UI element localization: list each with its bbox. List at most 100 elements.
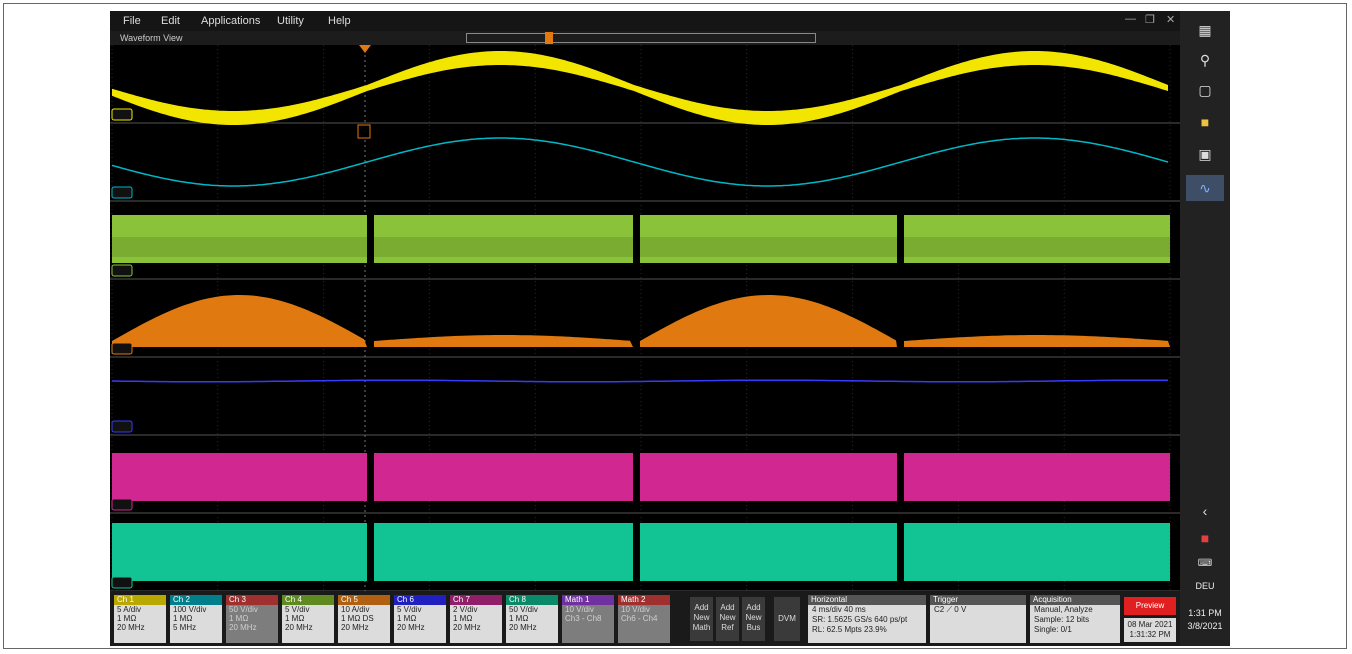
scope-time: 1:31:32 PM <box>1129 630 1171 639</box>
add-new-button[interactable]: Add New Bus <box>742 597 765 641</box>
horizontal-scale: 4 ms/div 40 ms <box>812 605 866 614</box>
channel-9-settings[interactable]: Math 1 10 V/div Ch3 - Ch8 <box>562 595 614 643</box>
scope-app-icon[interactable]: ∿ <box>1186 175 1224 201</box>
taskbar-time: 1:31 PM <box>1188 608 1222 618</box>
search-icon[interactable]: ⚲ <box>1192 47 1218 73</box>
channel-setting: 1 MΩ <box>397 614 417 623</box>
channel-1-settings[interactable]: Ch 15 A/div 1 MΩ 20 MHz <box>114 595 166 643</box>
chevron-left-icon[interactable]: ‹ <box>1192 498 1218 524</box>
vsource-trace-band <box>112 237 367 257</box>
channel-name: Ch 8 <box>506 595 558 605</box>
horizontal-settings[interactable]: Horizontal 4 ms/div 40 ms SR: 1.5625 GS/s … <box>808 595 926 643</box>
precharge-cap-voltage-trace <box>111 379 1168 383</box>
channel-name: Ch 2 <box>170 595 222 605</box>
trigger-position-marker[interactable] <box>545 32 553 44</box>
channel-name: Ch 7 <box>450 595 502 605</box>
choke-current-trace <box>112 51 1168 125</box>
window-icon[interactable]: ▣ <box>1192 141 1218 167</box>
add-button-label: New <box>719 613 736 622</box>
waveform-plot[interactable] <box>110 45 1180 591</box>
add-button-label: Add <box>694 603 709 612</box>
notification-icon[interactable]: ■ <box>1192 525 1218 551</box>
windows-icon[interactable]: ▦ <box>1192 17 1218 43</box>
channel-name: Ch 6 <box>394 595 446 605</box>
windows-taskbar: ▦ ⚲ ▢ ■ ▣ ∿ ‹ ■ ⌨ DEU 1:31 PM 3/8/2021 <box>1180 11 1230 646</box>
scope-date: 08 Mar 2021 <box>1127 620 1173 629</box>
channel-name: Ch 1 <box>114 595 166 605</box>
acquisition-single: Single: 0/1 <box>1034 625 1072 634</box>
channel-5-settings[interactable]: Ch 5 10 A/div 1 MΩ DS 20 MHz <box>338 595 390 643</box>
close-icon[interactable]: ✕ <box>1166 13 1175 26</box>
channel-4-settings[interactable]: Ch 45 V/div 1 MΩ 20 MHz <box>282 595 334 643</box>
precharge-current-trace-segment <box>904 335 1170 347</box>
precharge-current-trace-segment <box>112 295 367 347</box>
dvm-button[interactable]: DVM <box>774 597 800 641</box>
channel-2-settings[interactable]: Ch 2 100 V/div 1 MΩ 5 MHz <box>170 595 222 643</box>
channel-badge <box>111 342 133 355</box>
keyboard-icon[interactable]: ⌨ <box>1192 551 1218 577</box>
add-button-label: Math <box>692 623 711 632</box>
channel-setting: 20 MHz <box>229 623 257 632</box>
channel-setting: 50 V/div <box>229 605 258 614</box>
acquisition-title: Acquisition <box>1030 595 1120 605</box>
task-view-icon[interactable]: ▢ <box>1192 77 1218 103</box>
preview-button[interactable]: Preview <box>1124 597 1176 615</box>
input-voltage-trace <box>111 137 1169 187</box>
language-indicator[interactable]: DEU <box>1180 581 1230 591</box>
vqs-trace-segment <box>904 453 1170 501</box>
vsource-trace-band <box>640 237 897 257</box>
horizontal-record-length: RL: 62.5 Mpts 23.9% <box>812 625 887 634</box>
vsource-trace-band <box>374 237 633 257</box>
oscilloscope-window: File Edit Applications Utility Help — ❐ … <box>110 11 1180 646</box>
channel-10-settings[interactable]: Math 2 10 V/div Ch6 - Ch4 <box>618 595 670 643</box>
channel-name: Ch 4 <box>282 595 334 605</box>
channel-setting: 100 V/div <box>173 605 207 614</box>
vds-trace-segment <box>640 523 897 581</box>
channel-setting: 2 V/div <box>453 605 478 614</box>
trigger-icon <box>357 124 371 139</box>
channel-6-settings[interactable]: Ch 65 V/div 1 MΩ 20 MHz <box>394 595 446 643</box>
channel-setting: 1 MΩ <box>509 614 529 623</box>
add-new-button[interactable]: Add New Math <box>690 597 713 641</box>
add-new-button[interactable]: Add New Ref <box>716 597 739 641</box>
channel-name: Math 1 <box>562 595 614 605</box>
waveform-view-title: Waveform View <box>120 33 183 43</box>
channel-setting: 1 MΩ <box>117 614 137 623</box>
menu-applications[interactable]: Applications <box>201 15 260 27</box>
file-explorer-icon[interactable]: ■ <box>1192 109 1218 135</box>
channel-setting: 5 MHz <box>173 623 197 632</box>
add-button-label: New <box>693 613 710 622</box>
channel-setting: 20 MHz <box>341 623 369 632</box>
acquisition-settings[interactable]: Acquisition Manual, Analyze Sample: 12 bit… <box>1030 595 1120 643</box>
channel-setting: 10 V/div <box>565 605 594 614</box>
trigger-position-icon <box>359 45 371 53</box>
channel-badge <box>111 420 133 433</box>
channel-3-settings[interactable]: Ch 3 50 V/div 1 MΩ 20 MHz <box>226 595 278 643</box>
trigger-source-level: C2 ⟋ 0 V <box>934 605 967 614</box>
menu-file[interactable]: File <box>123 15 141 27</box>
channel-setting: 5 A/div <box>117 605 142 614</box>
channel-setting: 50 V/div <box>509 605 538 614</box>
channel-setting: 1 MΩ <box>285 614 305 623</box>
menu-bar: File Edit Applications Utility Help — ❐ … <box>110 11 1180 31</box>
channel-badge <box>111 108 133 121</box>
channel-7-settings[interactable]: Ch 72 V/div 1 MΩ 20 MHz <box>450 595 502 643</box>
vds-trace-segment <box>374 523 633 581</box>
minimize-icon[interactable]: — <box>1125 13 1136 25</box>
record-overview-bar[interactable] <box>466 32 816 44</box>
channel-setting: 5 V/div <box>397 605 422 614</box>
channel-name: Math 2 <box>618 595 670 605</box>
scope-datetime: 08 Mar 2021 1:31:32 PM <box>1124 618 1176 642</box>
menu-utility[interactable]: Utility <box>277 15 304 27</box>
restore-icon[interactable]: ❐ <box>1145 13 1155 26</box>
channel-setting: 1 MΩ <box>173 614 193 623</box>
trigger-settings[interactable]: Trigger C2 ⟋ 0 V <box>930 595 1026 643</box>
menu-edit[interactable]: Edit <box>161 15 180 27</box>
menu-help[interactable]: Help <box>328 15 351 27</box>
channel-setting: 20 MHz <box>453 623 481 632</box>
channel-setting: 1 MΩ <box>229 614 249 623</box>
add-button-label: Add <box>746 603 761 612</box>
vsource-trace-band <box>904 237 1170 257</box>
channel-8-settings[interactable]: Ch 8 50 V/div 1 MΩ 20 MHz <box>506 595 558 643</box>
channel-setting: 10 A/div <box>341 605 370 614</box>
